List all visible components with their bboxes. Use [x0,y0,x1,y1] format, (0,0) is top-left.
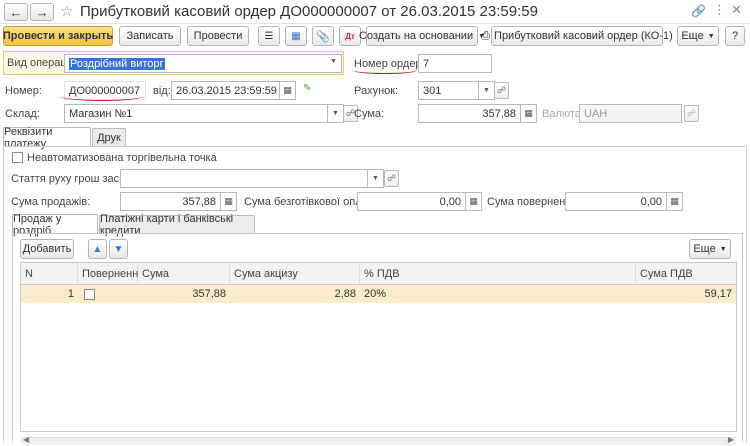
arrow-left-icon: ← [9,4,23,20]
dt-kt-button[interactable]: Дт [339,26,361,46]
move-down-button[interactable]: ▼ [109,239,128,259]
chevron-down-icon: ▼ [707,32,715,40]
returned-checkbox[interactable] [84,289,95,300]
subtab-retail-sales[interactable]: Продаж у роздріб [12,213,98,237]
attach-button[interactable]: 📎 [312,26,334,46]
cashless-input[interactable]: 0,00 [357,192,466,211]
number-label: Номер: [5,85,42,97]
printer-icon: ⎙ [481,29,491,42]
scroll-right-icon[interactable]: ▶ [728,435,734,444]
tab-print[interactable]: Друк [92,128,126,147]
tab-payment-details[interactable]: Реквізити платежу [3,126,91,150]
annotation-underline [352,66,418,74]
help-button[interactable]: ? [725,26,745,46]
arrow-up-icon: ▲ [92,243,103,255]
dt-kt-icon: Дт [345,31,355,41]
column-header-sum[interactable]: Сума [138,263,230,285]
account-open-button[interactable]: ☍ [494,82,509,99]
arrow-right-icon: → [35,4,49,20]
chevron-down-icon[interactable]: ▼ [330,58,337,65]
open-link-icon: ☍ [686,108,697,118]
cashless-calculator[interactable]: ▦ [466,192,482,211]
cell-vat-sum: 59,17 [636,285,736,303]
column-header-vat-sum[interactable]: Сума ПДВ [636,263,736,285]
star-icon[interactable]: ☆ [60,2,73,20]
post-button[interactable]: Провести [187,26,249,46]
document-list-button[interactable]: ☰ [258,26,280,46]
sales-sum-label: Сума продажів: [11,196,91,208]
close-icon[interactable]: ✕ [731,2,742,18]
chevron-down-icon: ▼ [332,110,339,117]
operation-select[interactable]: Роздрібний виторг [64,54,342,73]
horizontal-scrollbar[interactable]: ◀ ▶ [21,435,736,445]
structure-icon: ▦ [291,30,301,42]
warehouse-dropdown[interactable]: ▼ [328,104,344,123]
arrow-down-icon: ▼ [113,243,124,255]
paperclip-icon: 📎 [316,30,330,43]
cash-flow-dropdown[interactable]: ▼ [368,169,384,188]
returns-input[interactable]: 0,00 [565,192,667,211]
column-header-returned[interactable]: Повернення [78,263,144,285]
date-label: від: [153,85,171,97]
more-button[interactable]: Еще ▼ [677,26,719,46]
date-input[interactable]: 26.03.2015 23:59:59 [171,81,280,100]
cell-excise: 2,88 [230,285,360,303]
calculator-icon: ▦ [469,196,478,206]
sum-label: Сума: [354,108,385,120]
move-up-button[interactable]: ▲ [88,239,107,259]
returns-calculator[interactable]: ▦ [667,192,683,211]
print-order-button[interactable]: ⎙ Прибутковий касовий ордер (КО-1) [481,26,673,46]
add-button[interactable]: Добавить [20,239,74,259]
chevron-down-icon: ▼ [483,87,490,94]
cell-vat-rate: 20% [360,285,636,303]
cash-flow-input[interactable] [120,169,368,188]
currency-label: Валюта: [542,108,584,120]
account-input[interactable]: 301 [418,81,479,100]
account-label: Рахунок: [354,85,399,97]
order-number-input[interactable]: 7 [418,54,492,73]
list-icon: ☰ [264,30,274,42]
post-and-close-button[interactable]: Провести и закрыть [3,26,113,46]
operation-value: Роздрібний виторг [69,57,165,70]
annotation-underline [60,91,144,101]
create-based-button[interactable]: Создать на основании ▼ [359,26,485,46]
structure-button[interactable]: ▦ [285,26,307,46]
calendar-button[interactable]: ▦ [280,81,296,100]
calendar-icon: ▦ [283,85,292,95]
subtab-cards[interactable]: Платіжні карти і банківські кредити [99,213,255,237]
chevron-down-icon: ▼ [719,245,727,253]
calculator-icon: ▦ [670,196,679,206]
table-more-button[interactable]: Еще ▼ [689,239,731,259]
non-automated-checkbox[interactable] [12,152,23,163]
column-header-excise[interactable]: Сума акцизу [230,263,360,285]
currency-input: UAH [579,104,682,123]
link-icon[interactable]: 🔗 [691,4,706,18]
vertical-dots-icon[interactable]: ⋮ [713,2,726,18]
page-title: Прибутковий касовий ордер ДО000000007 от… [80,3,538,20]
open-link-icon: ☍ [386,173,397,183]
cell-n: 1 [21,285,78,303]
open-link-icon: ☍ [496,85,507,95]
cell-sum: 357,88 [138,285,230,303]
cash-flow-open-button[interactable]: ☍ [384,170,399,187]
warehouse-input[interactable]: Магазин №1 [64,104,328,123]
chevron-down-icon: ▼ [372,175,379,182]
sum-input[interactable]: 357,88 [418,104,521,123]
warehouse-label: Склад: [5,108,40,120]
calculator-icon: ▦ [524,108,533,118]
column-header-vat-rate[interactable]: % ПДВ [360,263,636,285]
edit-date-icon[interactable]: ✎ [303,83,311,94]
column-header-n[interactable]: N [21,263,78,285]
scroll-left-icon[interactable]: ◀ [23,435,29,444]
non-automated-label: Неавтоматизована торгівельна точка [27,152,217,164]
save-button[interactable]: Записать [119,26,181,46]
currency-open-button[interactable]: ☍ [684,105,699,122]
sum-calculator-button[interactable]: ▦ [521,104,537,123]
sales-sum-input[interactable]: 357,88 [120,192,221,211]
account-dropdown[interactable]: ▼ [479,81,495,100]
sales-sum-calculator[interactable]: ▦ [221,192,237,211]
forward-button[interactable]: → [30,3,54,21]
back-button[interactable]: ← [4,3,28,21]
calculator-icon: ▦ [224,196,233,206]
